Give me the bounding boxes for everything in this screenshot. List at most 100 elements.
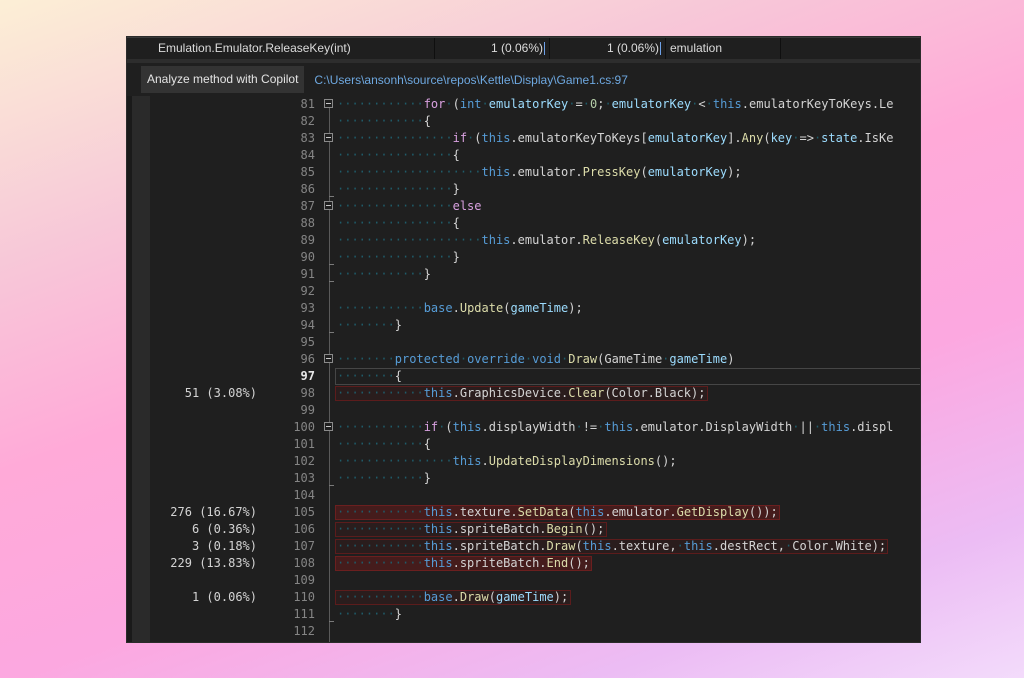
line-number: 112 xyxy=(293,624,315,638)
code-text: ········} xyxy=(337,606,402,623)
code-token: . xyxy=(481,454,489,468)
code-token: this xyxy=(582,539,612,553)
code-text: ················if·(this.emulatorKeyToKe… xyxy=(337,130,893,147)
code-line[interactable]: 89 ····················this.emulator.Rele… xyxy=(127,232,920,249)
line-number: 104 xyxy=(293,488,315,502)
outline-end-marker xyxy=(329,281,334,282)
code-line[interactable]: 102 ················this.UpdateDisplayDim… xyxy=(127,453,920,470)
whitespace-dots: ················ xyxy=(337,454,453,468)
code-line[interactable]: 112 xyxy=(127,623,920,640)
code-token: · xyxy=(481,97,489,111)
code-line[interactable]: 91 ············} xyxy=(127,266,920,283)
code-line[interactable]: 1 (0.06%) 110 ············base.Draw(gameTi… xyxy=(127,589,920,606)
line-number: 95 xyxy=(300,335,315,349)
code-line[interactable]: 82 ············{ xyxy=(127,113,920,130)
line-number: 81 xyxy=(300,97,315,111)
code-line[interactable]: 93 ············base.Update(gameTime); xyxy=(127,300,920,317)
code-line[interactable]: 97 ········{ xyxy=(127,368,920,385)
collapse-icon[interactable] xyxy=(324,99,333,108)
code-editor[interactable]: 81 ············for·(int·emulatorKey·=·0;·… xyxy=(127,96,920,642)
code-token: Clear xyxy=(568,386,605,400)
code-token: ·( xyxy=(438,420,453,434)
code-token: SetData xyxy=(517,505,569,519)
code-token: ·<· xyxy=(691,97,713,111)
code-token: { xyxy=(394,369,403,383)
whitespace-dots: ················ xyxy=(337,182,453,196)
code-line[interactable]: 88 ················{ xyxy=(127,215,920,232)
column-resize-handle[interactable] xyxy=(544,42,545,56)
code-line[interactable]: 3 (0.18%) 107 ············this.spriteBatch… xyxy=(127,538,920,555)
code-text: ········protected·override·void·Draw(Gam… xyxy=(337,351,734,368)
code-token: PressKey xyxy=(582,165,641,179)
code-token: . xyxy=(452,301,460,315)
code-text: ············this.texture.SetData(this.em… xyxy=(337,504,778,521)
code-line[interactable]: 109 xyxy=(127,572,920,589)
whitespace-dots: ············ xyxy=(337,471,424,485)
code-line[interactable]: 229 (13.83%) 108 ············this.spriteBa… xyxy=(127,555,920,572)
code-token: this xyxy=(604,420,634,434)
code-line[interactable]: 111 ········} xyxy=(127,606,920,623)
code-token: ( xyxy=(763,131,771,145)
code-token: (Color.Black); xyxy=(604,386,706,400)
code-line[interactable]: 276 (16.67%) 105 ············this.texture.… xyxy=(127,504,920,521)
code-line[interactable]: 92 xyxy=(127,283,920,300)
line-number: 102 xyxy=(293,454,315,468)
code-line[interactable]: 51 (3.08%) 98 ············this.GraphicsDev… xyxy=(127,385,920,402)
code-line[interactable]: 6 (0.36%) 106 ············this.spriteBatch… xyxy=(127,521,920,538)
line-number: 96 xyxy=(300,352,315,366)
collapse-icon[interactable] xyxy=(324,201,333,210)
code-token: if xyxy=(452,131,468,145)
function-table-row[interactable]: Emulation.Emulator.ReleaseKey(int) 1 (0.… xyxy=(127,37,920,60)
whitespace-dots: ···················· xyxy=(337,165,482,179)
code-line[interactable]: 81 ············for·(int·emulatorKey·=·0;·… xyxy=(127,96,920,113)
code-line[interactable]: 101 ············{ xyxy=(127,436,920,453)
code-token: this xyxy=(423,522,453,536)
code-token: } xyxy=(452,250,460,264)
collapse-icon[interactable] xyxy=(324,133,333,142)
code-line[interactable]: 103 ············} xyxy=(127,470,920,487)
code-line[interactable]: 94 ········} xyxy=(127,317,920,334)
code-token: if xyxy=(423,420,439,434)
whitespace-dots: ············ xyxy=(337,590,424,604)
code-text: ············base.Update(gameTime); xyxy=(337,300,583,317)
code-line[interactable]: 95 xyxy=(127,334,920,351)
code-line[interactable]: 90 ················} xyxy=(127,249,920,266)
code-line[interactable]: 85 ····················this.emulator.Pres… xyxy=(127,164,920,181)
whitespace-dots: ················ xyxy=(337,131,453,145)
code-line[interactable]: 83 ················if·(this.emulatorKeyTo… xyxy=(127,130,920,147)
sample-count: 3 (0.18%) xyxy=(191,539,257,553)
code-line[interactable]: 84 ················{ xyxy=(127,147,920,164)
code-line[interactable]: 86 ················} xyxy=(127,181,920,198)
collapse-icon[interactable] xyxy=(324,422,333,431)
code-token: gameTime xyxy=(510,301,569,315)
code-token: (GameTime· xyxy=(597,352,670,366)
code-token: ); xyxy=(727,165,742,179)
code-token: this xyxy=(481,165,511,179)
column-resize-handle[interactable] xyxy=(660,42,661,56)
line-number: 83 xyxy=(300,131,315,145)
code-token: .emulator.DisplayWidth·||· xyxy=(633,420,822,434)
code-token: . xyxy=(741,97,749,111)
code-token: } xyxy=(394,318,403,332)
code-token: emulatorKey xyxy=(488,97,569,111)
code-line[interactable]: 100 ············if·(this.displayWidth·!=·… xyxy=(127,419,920,436)
code-token: ReleaseKey xyxy=(582,233,655,247)
code-line[interactable]: 104 xyxy=(127,487,920,504)
line-number: 97 xyxy=(300,369,315,383)
code-token: UpdateDisplayDimensions xyxy=(488,454,655,468)
collapse-icon[interactable] xyxy=(324,354,333,363)
code-text: ················} xyxy=(337,249,460,266)
whitespace-dots: ················ xyxy=(337,199,453,213)
analyze-with-copilot-button[interactable]: Analyze method with Copilot xyxy=(141,66,305,93)
code-line[interactable]: 87 ················else xyxy=(127,198,920,215)
line-number: 99 xyxy=(300,403,315,417)
outline-end-marker xyxy=(329,264,334,265)
code-line[interactable]: 96 ········protected·override·void·Draw(G… xyxy=(127,351,920,368)
code-line[interactable]: 99 xyxy=(127,402,920,419)
source-file-link[interactable]: C:\Users\ansonh\source\repos\Kettle\Disp… xyxy=(314,73,627,87)
whitespace-dots: ············ xyxy=(337,437,424,451)
code-token: gameTime xyxy=(669,352,728,366)
code-token: .GraphicsDevice. xyxy=(452,386,569,400)
code-token: ) xyxy=(727,352,735,366)
whitespace-dots: ············ xyxy=(337,267,424,281)
